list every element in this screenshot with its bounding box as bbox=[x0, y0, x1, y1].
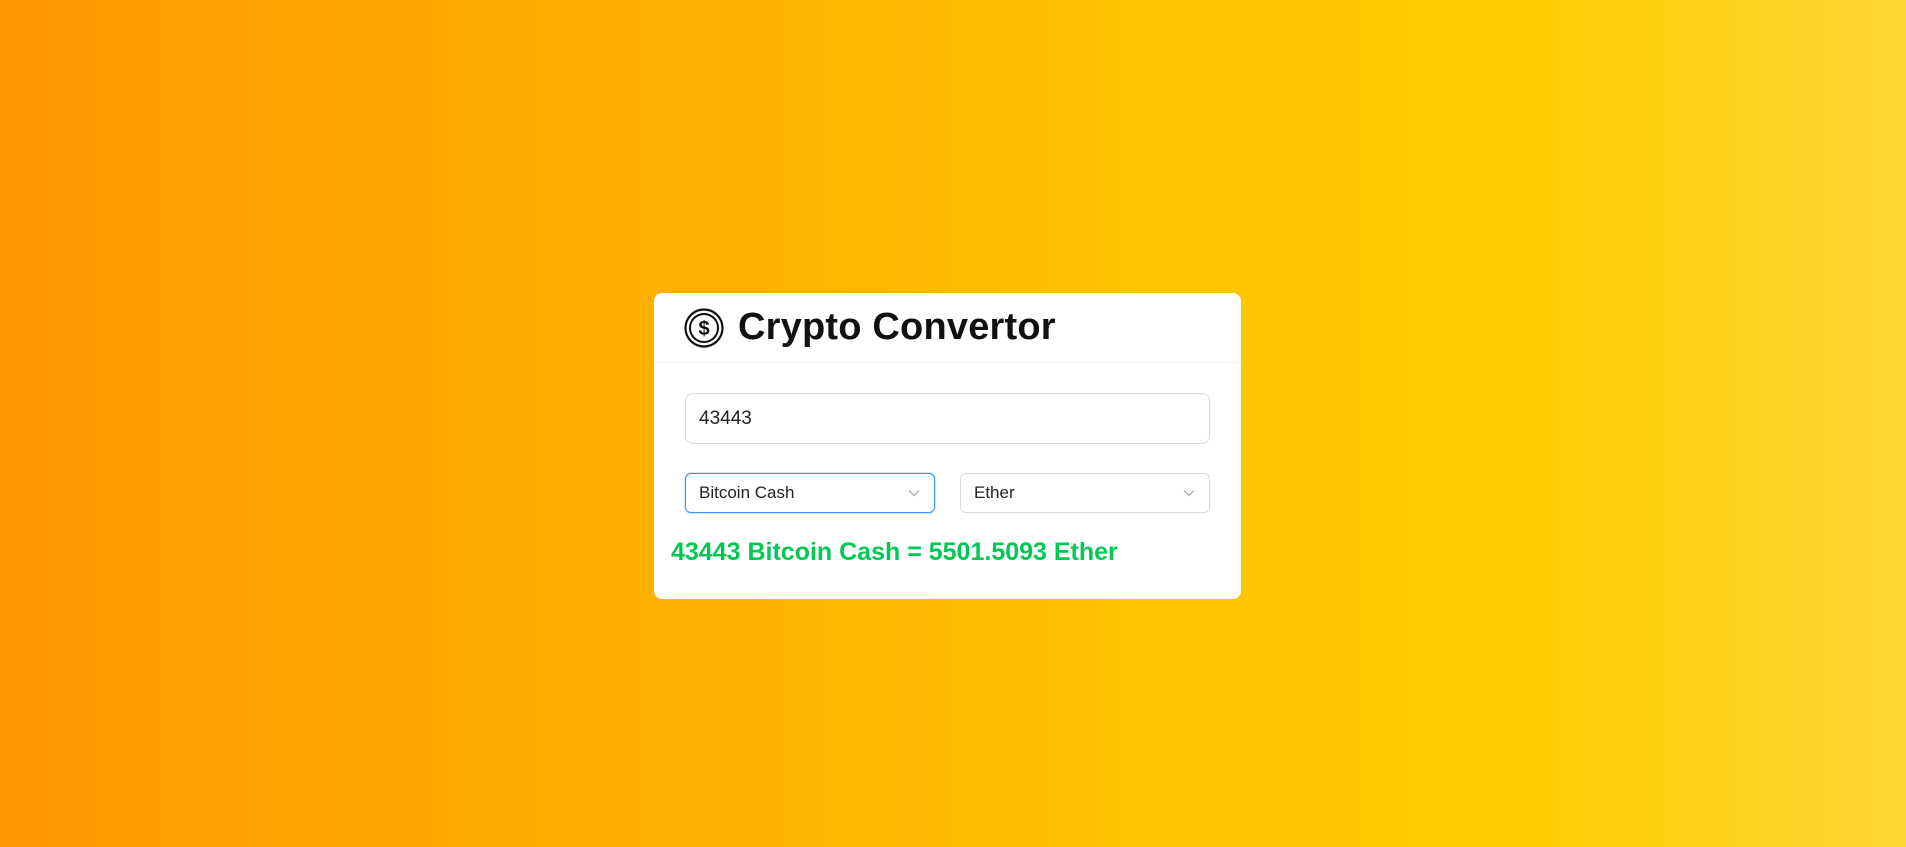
svg-text:$: $ bbox=[698, 318, 709, 340]
card-header: $ Crypto Convertor bbox=[654, 293, 1241, 363]
from-currency-select[interactable]: Bitcoin Cash bbox=[685, 473, 935, 513]
to-currency-value: Ether bbox=[974, 483, 1015, 502]
dollar-coin-icon: $ bbox=[684, 307, 724, 348]
to-currency-select[interactable]: Ether bbox=[960, 473, 1210, 513]
conversion-result: 43443 Bitcoin Cash = 5501.5093 Ether bbox=[671, 538, 1118, 566]
page-title: Crypto Convertor bbox=[738, 306, 1056, 348]
amount-input[interactable] bbox=[685, 393, 1210, 444]
chevron-down-icon bbox=[907, 486, 921, 500]
from-currency-value: Bitcoin Cash bbox=[699, 483, 795, 502]
chevron-down-icon bbox=[1182, 486, 1196, 500]
converter-card: $ Crypto Convertor Bitcoin Cash Ether 43… bbox=[654, 293, 1241, 599]
